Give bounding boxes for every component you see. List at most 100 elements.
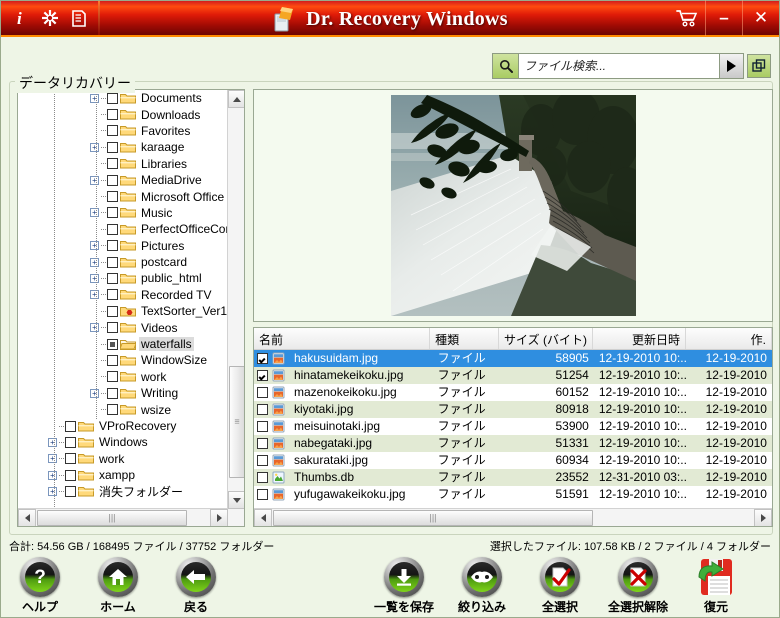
tree-item-checkbox[interactable] bbox=[65, 486, 76, 498]
select-all-button[interactable]: 全選択 bbox=[521, 557, 599, 615]
tree-item[interactable]: + 消失フォルダー bbox=[18, 483, 228, 499]
tree-item[interactable]: Favorites bbox=[18, 123, 228, 139]
tree-item-checkbox[interactable] bbox=[107, 240, 118, 252]
tree-expand-icon[interactable]: + bbox=[90, 208, 99, 218]
help-button[interactable]: ? ヘルプ bbox=[1, 557, 79, 615]
back-button[interactable]: 戻る bbox=[157, 557, 235, 615]
filter-button[interactable]: 絞り込み bbox=[443, 557, 521, 615]
tree-item-checkbox[interactable] bbox=[107, 322, 118, 334]
file-list-column-header[interactable]: 種類 bbox=[430, 328, 499, 349]
tree-vertical-scrollbar[interactable]: ≡ bbox=[227, 90, 244, 509]
tree-expand-icon[interactable]: + bbox=[90, 175, 99, 185]
restore-button[interactable]: 復元 bbox=[677, 557, 755, 615]
tree-item[interactable]: + xampp bbox=[18, 467, 228, 483]
tree-item-checkbox[interactable] bbox=[107, 207, 118, 219]
tree-expand-icon[interactable]: + bbox=[90, 290, 99, 300]
tree-item-checkbox[interactable] bbox=[107, 404, 118, 416]
tree-item[interactable]: waterfalls bbox=[18, 336, 228, 352]
tree-item[interactable]: + public_html bbox=[18, 270, 228, 286]
tree-item-checkbox[interactable] bbox=[107, 174, 118, 186]
tree-item-checkbox[interactable] bbox=[107, 354, 118, 366]
tree-item-checkbox[interactable] bbox=[65, 420, 76, 432]
file-list-horizontal-scroll-thumb[interactable]: ||| bbox=[273, 510, 593, 526]
table-row[interactable]: hinatamekeikoku.jpg ファイル 51254 12-19-2010 1… bbox=[254, 367, 772, 384]
tree-expand-icon[interactable]: + bbox=[90, 93, 99, 103]
tree-expand-icon[interactable]: + bbox=[48, 437, 57, 447]
table-row[interactable]: meisuinotaki.jpg ファイル 53900 12-19-2010 10:.… bbox=[254, 418, 772, 435]
tree-item-checkbox[interactable] bbox=[107, 141, 118, 153]
file-row-checkbox[interactable] bbox=[257, 472, 268, 483]
table-row[interactable]: yufugawakeikoku.jpg ファイル 51591 12-19-2010 1… bbox=[254, 486, 772, 503]
file-list-panel[interactable]: 名前 種類 サイズ (バイト) 更新日時 作. hakusuidam.jpg ファイル 58… bbox=[253, 327, 773, 527]
tree-item-checkbox[interactable] bbox=[107, 305, 118, 317]
table-row[interactable]: hakusuidam.jpg ファイル 58905 12-19-2010 10:...… bbox=[254, 350, 772, 367]
tree-item[interactable]: Microsoft Office 200 bbox=[18, 188, 228, 204]
home-button[interactable]: ホーム bbox=[79, 557, 157, 615]
file-row-checkbox[interactable] bbox=[257, 370, 268, 381]
settings-gear-icon[interactable] bbox=[41, 7, 59, 29]
info-icon[interactable]: i bbox=[12, 7, 30, 29]
tree-item-checkbox[interactable] bbox=[107, 371, 118, 383]
tree-expand-icon[interactable]: + bbox=[48, 470, 57, 480]
tree-horizontal-scroll-thumb[interactable]: ||| bbox=[37, 510, 187, 526]
tree-expand-icon[interactable]: + bbox=[90, 241, 99, 251]
tree-item[interactable]: Downloads bbox=[18, 106, 228, 122]
tree-expand-icon[interactable]: + bbox=[90, 273, 99, 283]
tree-item[interactable]: PerfectOfficeCompre bbox=[18, 221, 228, 237]
file-row-checkbox[interactable] bbox=[257, 387, 268, 398]
tree-item[interactable]: VProRecovery bbox=[18, 418, 228, 434]
tree-scroll-left-button[interactable] bbox=[18, 509, 36, 526]
tree-item-checkbox[interactable] bbox=[107, 256, 118, 268]
file-list-column-header[interactable]: 作. bbox=[686, 328, 772, 349]
table-row[interactable]: mazenokeikoku.jpg ファイル 60152 12-19-2010 10:… bbox=[254, 384, 772, 401]
folder-tree-panel[interactable]: + Documents Downloads Favorites + karaage Libr… bbox=[17, 89, 245, 527]
tree-item[interactable]: Libraries bbox=[18, 156, 228, 172]
tree-horizontal-scrollbar[interactable]: ||| bbox=[18, 508, 228, 526]
tree-expand-icon[interactable]: + bbox=[90, 323, 99, 333]
search-icon[interactable] bbox=[493, 54, 519, 78]
tree-item[interactable]: + Pictures bbox=[18, 238, 228, 254]
tree-item[interactable]: + MediaDrive bbox=[18, 172, 228, 188]
minimize-button[interactable]: – bbox=[705, 0, 742, 36]
search-input[interactable] bbox=[519, 54, 719, 78]
tree-scroll-up-button[interactable] bbox=[228, 90, 244, 108]
tree-item-checkbox[interactable] bbox=[65, 453, 76, 465]
table-row[interactable]: nabegataki.jpg ファイル 51331 12-19-2010 10:...… bbox=[254, 435, 772, 452]
tree-item-checkbox[interactable] bbox=[107, 109, 118, 121]
tree-item[interactable]: + Videos bbox=[18, 319, 228, 335]
file-list-column-header[interactable]: サイズ (バイト) bbox=[499, 328, 593, 349]
tree-scroll-right-button[interactable] bbox=[210, 509, 228, 526]
tree-item[interactable]: + Writing bbox=[18, 385, 228, 401]
file-list-column-header[interactable]: 更新日時 bbox=[593, 328, 687, 349]
search-submit-button[interactable] bbox=[719, 54, 743, 78]
tree-item[interactable]: WindowSize bbox=[18, 352, 228, 368]
tree-item-checkbox[interactable] bbox=[107, 272, 118, 284]
tree-vertical-scroll-thumb[interactable]: ≡ bbox=[229, 366, 244, 478]
tree-item[interactable]: + Windows bbox=[18, 434, 228, 450]
tree-expand-icon[interactable]: + bbox=[48, 487, 57, 497]
file-list-horizontal-scrollbar[interactable]: ||| bbox=[254, 508, 772, 526]
file-row-checkbox[interactable] bbox=[257, 455, 268, 466]
tree-item[interactable]: + postcard bbox=[18, 254, 228, 270]
tree-expand-icon[interactable]: + bbox=[90, 388, 99, 398]
table-row[interactable]: sakurataki.jpg ファイル 60934 12-19-2010 10:...… bbox=[254, 452, 772, 469]
file-list-body[interactable]: hakusuidam.jpg ファイル 58905 12-19-2010 10:...… bbox=[254, 350, 772, 509]
tree-item-checkbox[interactable] bbox=[65, 436, 76, 448]
tree-item-checkbox[interactable] bbox=[107, 387, 118, 399]
tree-expand-icon[interactable]: + bbox=[90, 257, 99, 267]
tree-expand-icon[interactable]: + bbox=[90, 142, 99, 152]
tree-item[interactable]: + work bbox=[18, 451, 228, 467]
tree-item-checkbox[interactable] bbox=[107, 338, 118, 350]
tree-item[interactable]: + karaage bbox=[18, 139, 228, 155]
file-row-checkbox[interactable] bbox=[257, 404, 268, 415]
save-list-button[interactable]: 一覧を保存 bbox=[365, 557, 443, 615]
shopping-cart-icon[interactable] bbox=[669, 0, 705, 36]
file-list-scroll-left-button[interactable] bbox=[254, 509, 272, 526]
tree-item[interactable]: + Music bbox=[18, 205, 228, 221]
tree-item-checkbox[interactable] bbox=[107, 158, 118, 170]
tree-item[interactable]: wsize bbox=[18, 401, 228, 417]
tree-expand-icon[interactable]: + bbox=[48, 454, 57, 464]
table-row[interactable]: Thumbs.db ファイル 23552 12-31-2010 03:... 12-19… bbox=[254, 469, 772, 486]
deselect-all-button[interactable]: 全選択解除 bbox=[599, 557, 677, 615]
file-row-checkbox[interactable] bbox=[257, 438, 268, 449]
